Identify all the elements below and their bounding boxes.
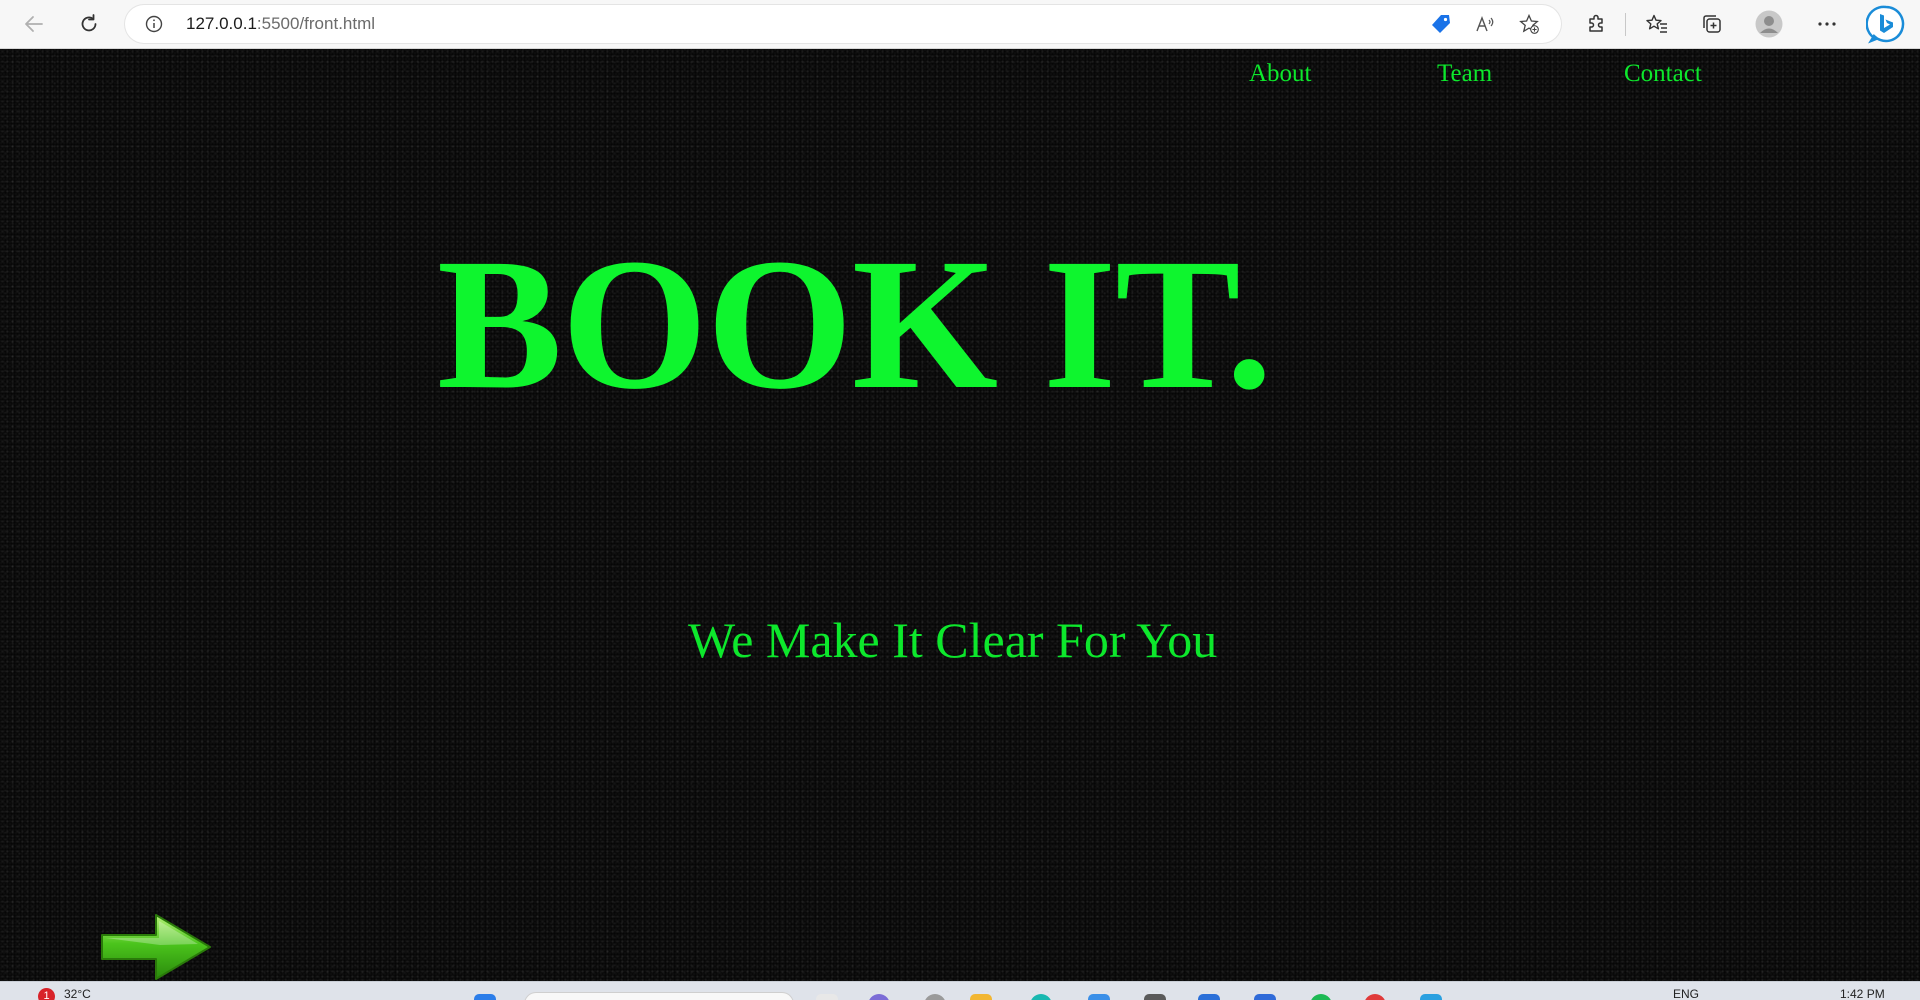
toolbar-separator xyxy=(1625,13,1626,36)
app-icon-2[interactable] xyxy=(1144,994,1166,1000)
extensions-button[interactable] xyxy=(1580,8,1612,40)
bing-copilot-icon xyxy=(1866,5,1905,44)
app-icon[interactable] xyxy=(924,994,946,1000)
price-tag-icon[interactable] xyxy=(1431,14,1451,34)
collections-icon xyxy=(1703,15,1721,33)
refresh-icon xyxy=(81,14,97,32)
more-options-icon xyxy=(1818,22,1836,26)
url-host: 127.0.0.1 xyxy=(186,14,257,33)
back-arrow-icon xyxy=(25,16,43,32)
spotify-icon[interactable] xyxy=(1310,994,1332,1000)
weather-alert-badge[interactable]: 1 xyxy=(38,988,55,1000)
more-options-button[interactable] xyxy=(1811,8,1843,40)
app-icon-3[interactable] xyxy=(1254,994,1276,1000)
profile-button[interactable] xyxy=(1753,8,1785,40)
address-bar[interactable]: 127.0.0.1:5500/front.html xyxy=(125,5,1561,43)
nav-team-link[interactable]: Team xyxy=(1437,60,1492,88)
collections-button[interactable] xyxy=(1696,8,1728,40)
store-icon[interactable] xyxy=(1088,994,1110,1000)
page-content: About Team Contact BOOK IT. We Make It C… xyxy=(0,49,1920,981)
hero-title: BOOK IT. xyxy=(437,219,1273,428)
weather-temperature[interactable]: 32°C xyxy=(64,987,91,1000)
vscode-icon[interactable] xyxy=(1198,994,1220,1000)
language-indicator[interactable]: ENG xyxy=(1673,987,1699,1000)
favorites-icon xyxy=(1646,14,1667,33)
app-icon-4[interactable] xyxy=(1364,994,1386,1000)
clock-time[interactable]: 1:42 PM xyxy=(1840,987,1885,1000)
nav-contact-link[interactable]: Contact xyxy=(1624,60,1702,88)
read-aloud-icon[interactable] xyxy=(1475,14,1495,34)
add-favorite-icon[interactable] xyxy=(1519,14,1539,34)
browser-toolbar: 127.0.0.1:5500/front.html xyxy=(0,0,1920,49)
edge-browser-icon[interactable] xyxy=(1030,994,1052,1000)
refresh-button[interactable] xyxy=(73,8,105,40)
url-text[interactable]: 127.0.0.1:5500/front.html xyxy=(186,5,375,43)
app-icon-5[interactable] xyxy=(1420,994,1442,1000)
task-view-icon[interactable] xyxy=(816,994,838,1000)
file-explorer-icon[interactable] xyxy=(970,994,992,1000)
favorites-button[interactable] xyxy=(1641,8,1673,40)
taskbar-search[interactable] xyxy=(524,992,794,1000)
taskbar: 1 32°C ENG 1:42 PM xyxy=(0,981,1920,1000)
start-icon[interactable] xyxy=(474,994,496,1000)
teams-icon[interactable] xyxy=(868,994,890,1000)
back-button[interactable] xyxy=(18,8,50,40)
hero-subtitle: We Make It Clear For You xyxy=(688,612,1218,668)
info-icon[interactable] xyxy=(145,15,163,33)
green-right-arrow-icon[interactable] xyxy=(98,911,214,981)
copilot-button[interactable] xyxy=(1866,4,1906,44)
nav-about-link[interactable]: About xyxy=(1249,60,1312,88)
url-path: :5500/front.html xyxy=(256,14,376,33)
extensions-icon xyxy=(1589,14,1603,32)
profile-avatar-icon xyxy=(1755,10,1783,38)
